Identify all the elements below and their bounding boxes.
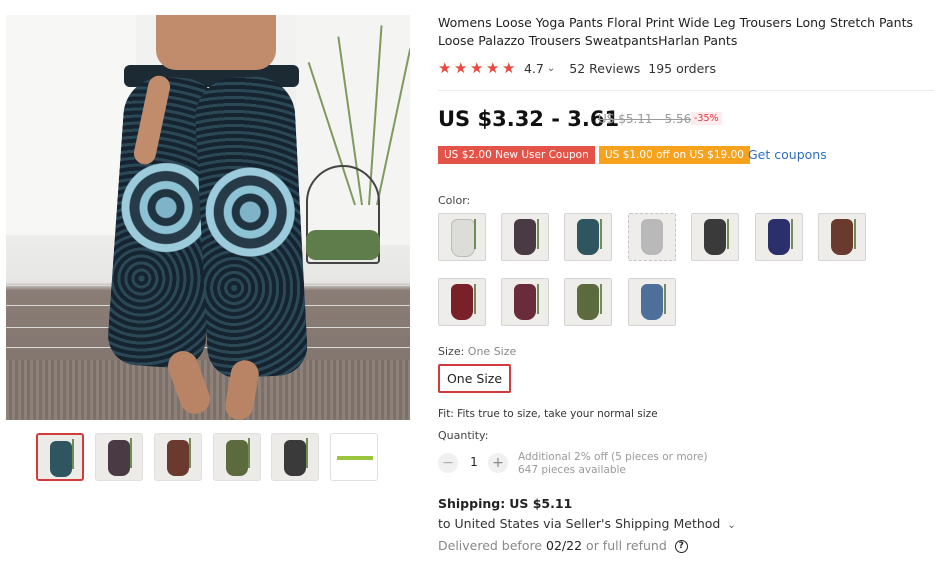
product-title: Womens Loose Yoga Pants Floral Print Wid… — [438, 15, 913, 48]
get-coupons-link[interactable]: Get coupons — [748, 147, 827, 162]
rating-row: ★ ★ ★ ★ ★ 4.7 ⌄ 52 Reviews 195 orders — [438, 59, 716, 77]
color-swatch-maroon[interactable] — [438, 278, 486, 326]
divider — [438, 90, 934, 91]
color-swatch-brown[interactable] — [818, 213, 866, 261]
bulk-discount-note: Additional 2% off (5 pieces or more) — [518, 451, 708, 463]
color-swatch-dark-print[interactable] — [691, 213, 739, 261]
original-price: US $5.11 - 5.56 — [598, 112, 692, 126]
gallery-thumb-1[interactable] — [36, 433, 84, 481]
color-swatch-wine-print[interactable] — [501, 278, 549, 326]
color-swatch-white[interactable] — [438, 213, 486, 261]
quantity-increase-button[interactable]: + — [488, 453, 508, 473]
star-icon: ★ — [502, 59, 516, 77]
gallery-thumb-6[interactable] — [330, 433, 378, 481]
gallery-thumb-2[interactable] — [95, 433, 143, 481]
stock-available: 647 pieces available — [518, 464, 626, 476]
quantity-label: Quantity: — [438, 429, 489, 442]
color-swatch-olive-green[interactable] — [564, 278, 612, 326]
color-swatch-blue-white[interactable] — [628, 278, 676, 326]
quantity-decrease-button[interactable]: − — [438, 453, 458, 473]
gallery-thumb-4[interactable] — [213, 433, 261, 481]
star-icon: ★ — [470, 59, 484, 77]
color-swatch-navy-blue[interactable] — [755, 213, 803, 261]
main-product-image[interactable] — [6, 15, 410, 420]
delivery-prefix: Delivered before — [438, 538, 543, 553]
shipping-method-text[interactable]: to United States via Seller's Shipping M… — [438, 516, 720, 531]
threshold-coupon[interactable]: US $1.00 off on US $19.00 — [599, 146, 750, 164]
size-label: Size: One Size — [438, 345, 516, 358]
gallery-thumb-5[interactable] — [271, 433, 319, 481]
delivery-estimate: Delivered before 02/22 or full refund ? — [438, 538, 688, 553]
orders-count: 195 orders — [648, 60, 716, 76]
delivery-date: 02/22 — [546, 538, 583, 553]
color-label: Color: — [438, 194, 471, 207]
delivery-suffix: or full refund — [586, 538, 667, 553]
color-swatch-teal-floral[interactable] — [564, 213, 612, 261]
new-user-coupon[interactable]: US $2.00 New User Coupon — [438, 146, 595, 164]
size-selected-value: One Size — [467, 345, 517, 358]
shipping-cost-row: Shipping: US $5.11 — [438, 496, 572, 511]
star-icon: ★ — [454, 59, 468, 77]
quantity-notes: Additional 2% off (5 pieces or more) 647… — [518, 451, 708, 477]
color-swatch-grey-light[interactable] — [628, 213, 676, 261]
shipping-label: Shipping: — [438, 496, 506, 511]
size-label-text: Size: — [438, 345, 465, 358]
chevron-down-icon[interactable]: ⌄ — [547, 63, 555, 74]
quantity-value[interactable]: 1 — [468, 455, 480, 469]
gallery-thumb-3[interactable] — [154, 433, 202, 481]
reviews-link[interactable]: 52 Reviews — [569, 61, 640, 76]
fit-note: Fit: Fits true to size, take your normal… — [438, 408, 658, 420]
discount-badge: -35% — [691, 112, 722, 125]
chevron-down-icon[interactable]: ⌄ — [727, 520, 735, 531]
current-price: US $3.32 - 3.61 — [438, 107, 620, 131]
shipping-method[interactable]: to United States via Seller's Shipping M… — [438, 516, 736, 531]
size-option-one-size[interactable]: One Size — [438, 364, 511, 393]
color-swatch-black-pink[interactable] — [501, 213, 549, 261]
rating-value[interactable]: 4.7 — [524, 61, 544, 76]
shipping-cost: US $5.11 — [509, 496, 573, 511]
help-icon[interactable]: ? — [674, 540, 688, 553]
star-icon: ★ — [486, 59, 500, 77]
star-icon: ★ — [438, 59, 452, 77]
